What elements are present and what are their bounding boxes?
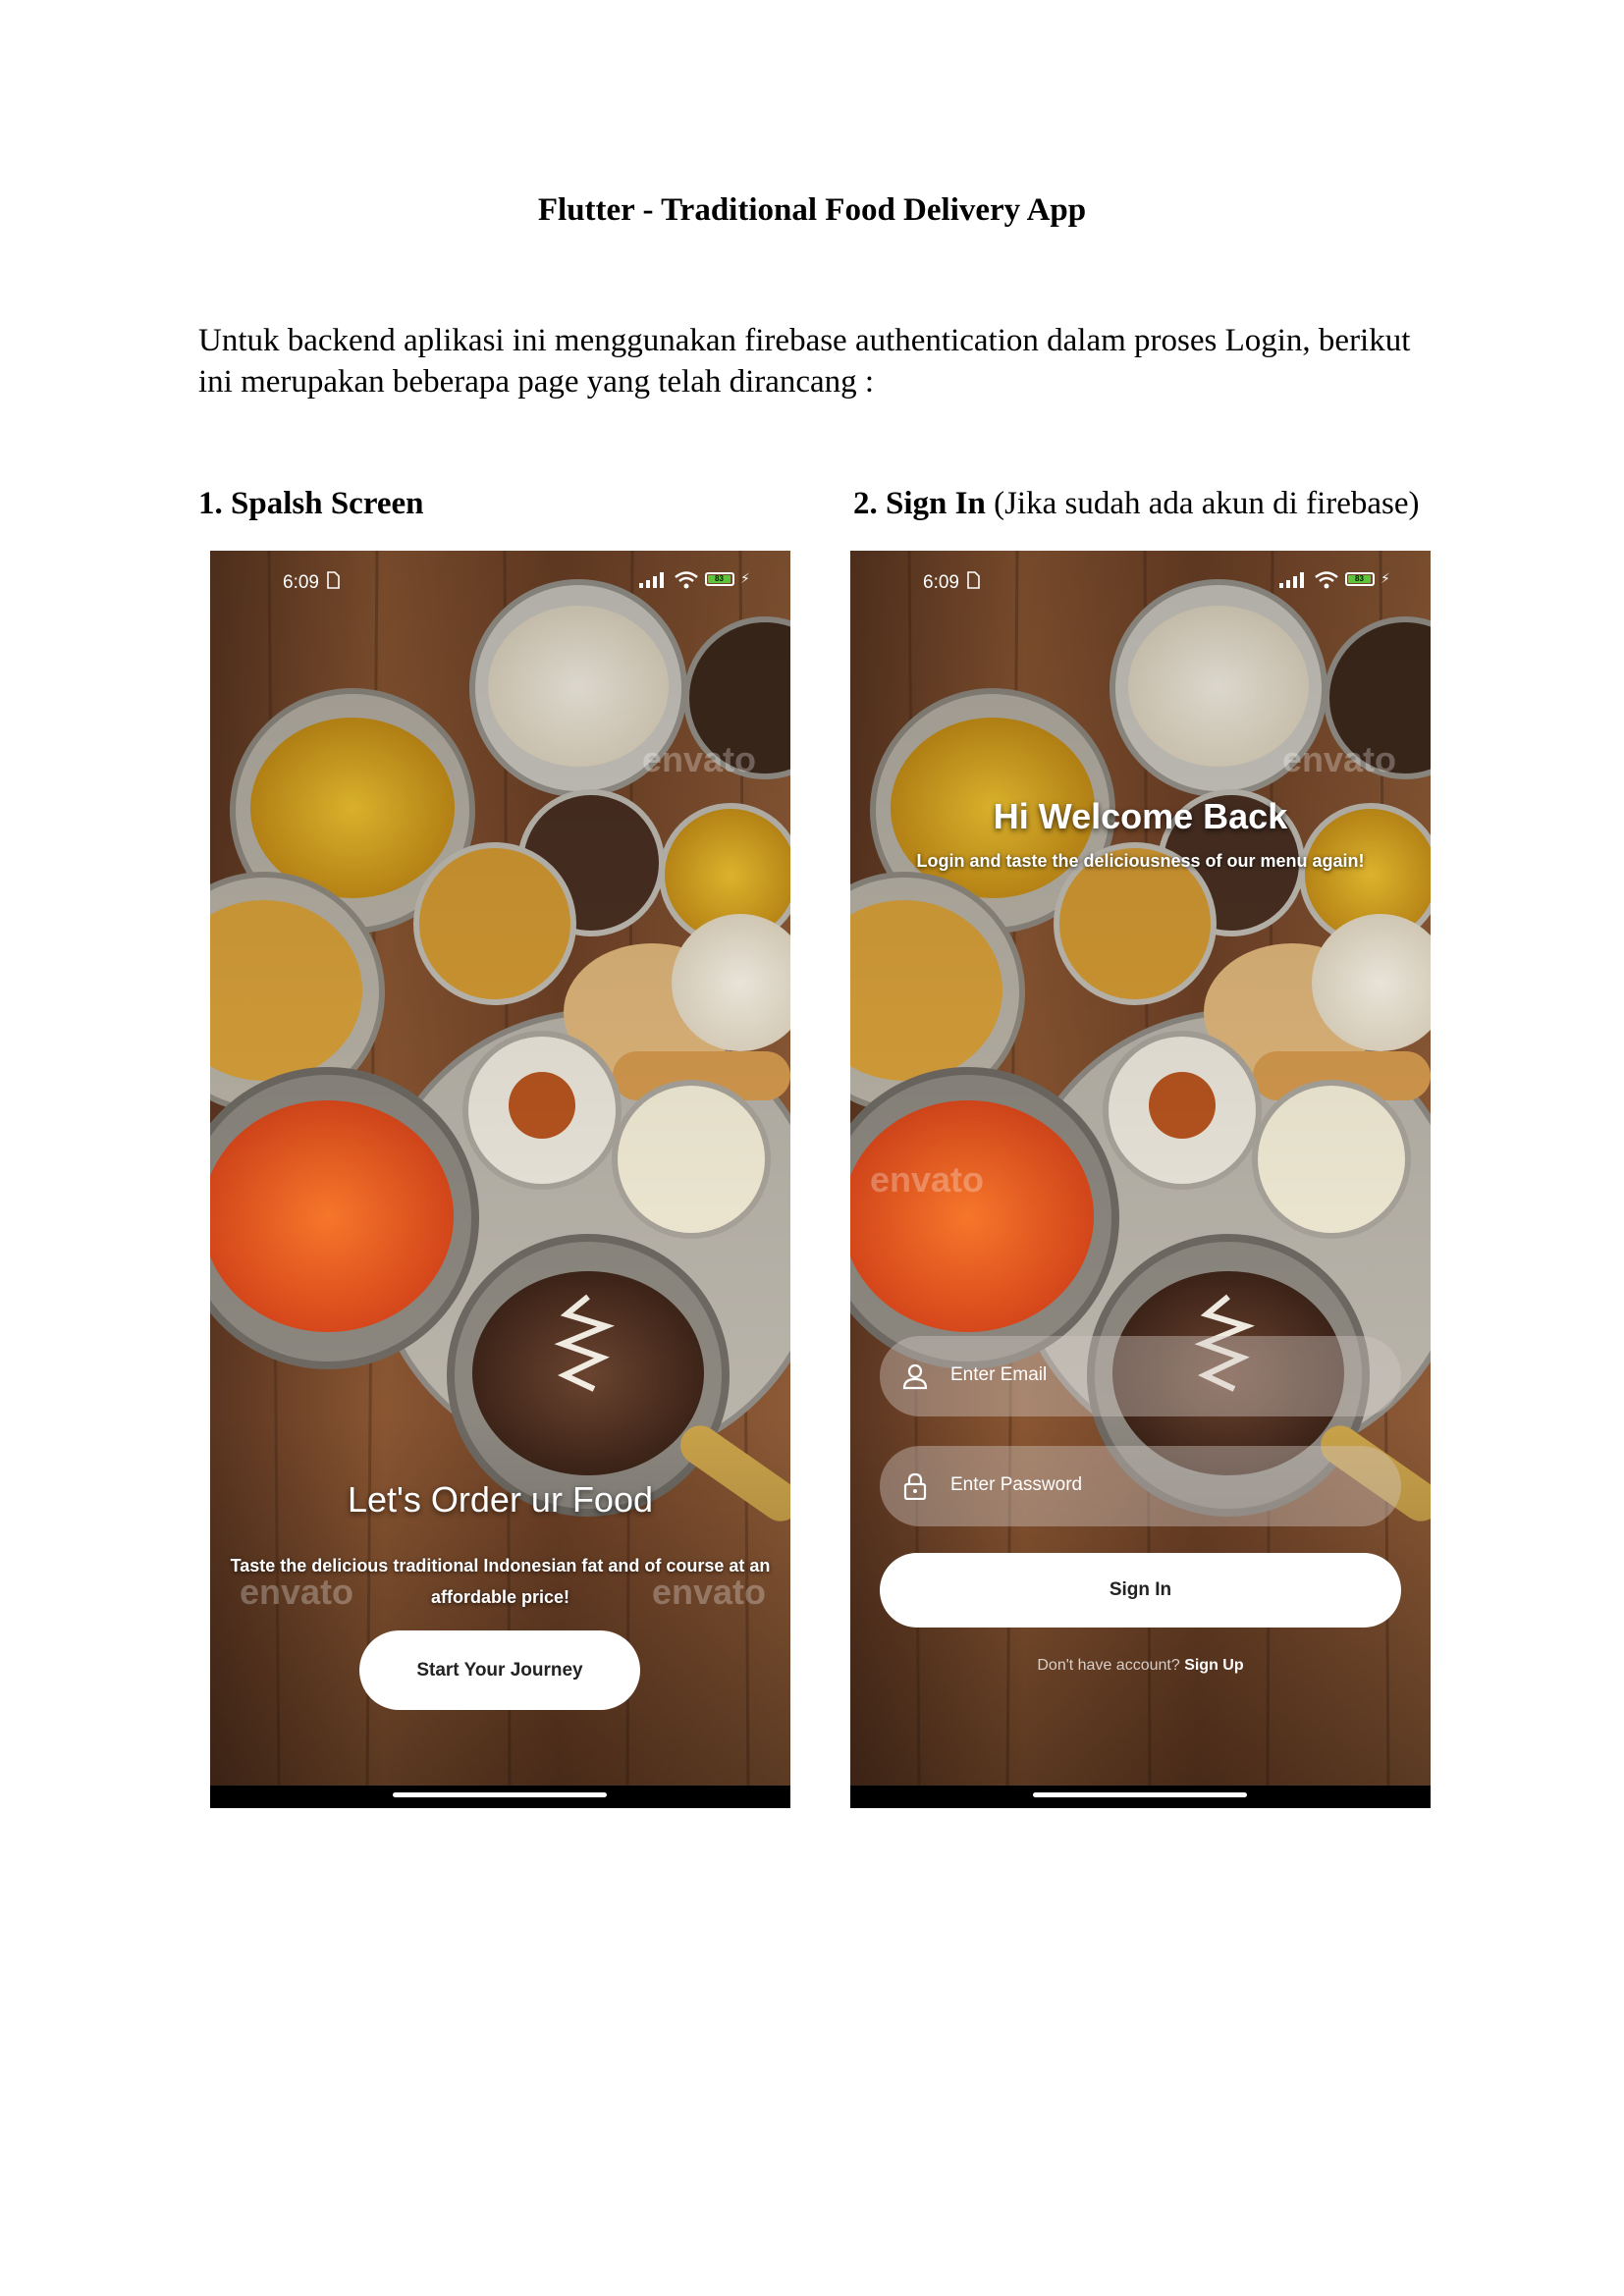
battery-level: 83 <box>1348 575 1371 583</box>
section-heading-splash-label: 1. Spalsh Screen <box>198 486 424 521</box>
home-indicator[interactable] <box>1033 1792 1247 1797</box>
charging-icon: ⚡ <box>1380 570 1390 586</box>
sim-icon <box>327 571 340 589</box>
wifi-icon <box>675 571 698 589</box>
status-bar: 6:09 83 ⚡ <box>850 551 1431 606</box>
home-indicator[interactable] <box>393 1792 607 1797</box>
status-time: 6:09 <box>283 572 319 593</box>
email-placeholder: Enter Email <box>950 1364 1048 1385</box>
welcome-title: Hi Welcome Back <box>993 796 1288 836</box>
section-heading-signin-note: (Jika sudah ada akun di firebase) <box>985 486 1420 521</box>
signal-icon <box>639 572 664 588</box>
section-heading-splash: 1. Spalsh Screen <box>198 486 424 522</box>
signal-icon <box>1279 572 1304 588</box>
watermark-text: envato <box>870 1159 985 1200</box>
lock-icon <box>903 1472 927 1500</box>
email-field[interactable]: Enter Email <box>880 1336 1401 1416</box>
password-field[interactable]: Enter Password <box>880 1446 1401 1526</box>
watermark-text: envato <box>642 739 757 779</box>
signin-screen-mockup: 6:09 83 ⚡ envato envato Hi Welcome Back … <box>850 551 1431 1808</box>
signup-prompt-text: Don't have account? <box>1037 1657 1185 1674</box>
section-heading-signin-label: 2. Sign In <box>853 486 986 521</box>
section-heading-signin: 2. Sign In (Jika sudah ada akun di fireb… <box>853 486 1420 522</box>
battery-icon: 83 <box>1345 572 1375 586</box>
splash-title: Let's Order ur Food <box>347 1479 653 1520</box>
charging-icon: ⚡ <box>740 570 750 586</box>
password-placeholder: Enter Password <box>950 1474 1083 1495</box>
sign-up-link[interactable]: Sign Up <box>1184 1657 1243 1674</box>
welcome-subtitle: Login and taste the deliciousness of our… <box>916 851 1365 871</box>
status-time: 6:09 <box>923 572 959 593</box>
splash-subtitle: Taste the delicious traditional Indonesi… <box>230 1556 771 1607</box>
signup-prompt: Don't have account? Sign Up <box>850 1657 1431 1675</box>
user-icon <box>902 1363 928 1390</box>
sim-icon <box>967 571 980 589</box>
watermark-text: envato <box>1282 739 1397 779</box>
wifi-icon <box>1315 571 1338 589</box>
battery-icon: 83 <box>705 572 734 586</box>
battery-level: 83 <box>708 575 731 583</box>
splash-screen-mockup: 6:09 83 ⚡ envato envato envato Let's Ord… <box>210 551 790 1808</box>
start-journey-button[interactable]: Start Your Journey <box>359 1630 640 1710</box>
intro-paragraph: Untuk backend aplikasi ini menggunakan f… <box>198 323 1411 400</box>
status-bar: 6:09 83 ⚡ <box>210 551 790 606</box>
document-title: Flutter - Traditional Food Delivery App <box>537 192 1087 228</box>
sign-in-button[interactable]: Sign In <box>880 1553 1401 1628</box>
